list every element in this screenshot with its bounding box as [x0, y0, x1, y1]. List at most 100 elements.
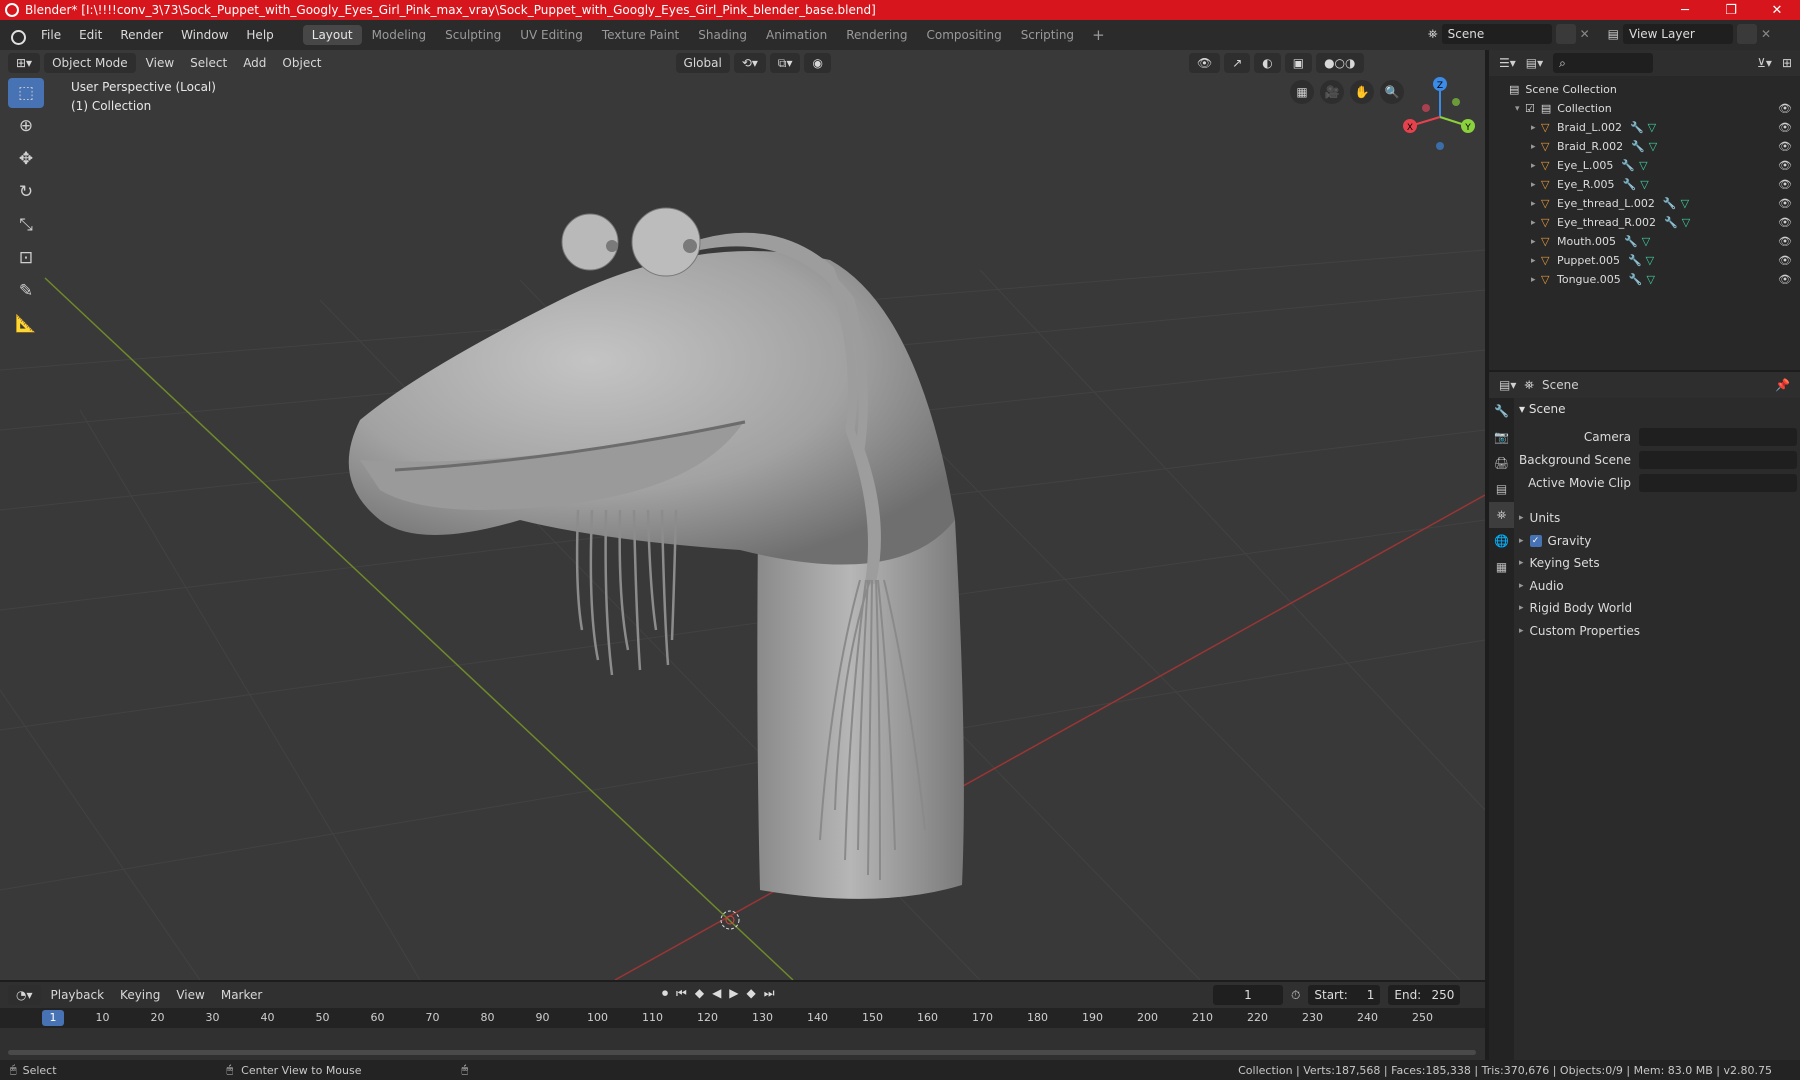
timeline-menu-playback[interactable]: Playback	[45, 988, 111, 1002]
tool-tab-icon[interactable]: 🔧	[1489, 398, 1514, 424]
expand-arrow-icon[interactable]: ▸	[1531, 123, 1541, 133]
properties-editor-icon[interactable]: ▤▾	[1499, 378, 1516, 392]
mesh-data-icon[interactable]: ▽	[1681, 197, 1689, 210]
outliner-row-object[interactable]: ▸ ▽ Braid_L.002 🔧 ▽ 👁	[1489, 118, 1800, 137]
snap-icon[interactable]: ⧉▾	[769, 53, 801, 73]
outliner-row-object[interactable]: ▸ ▽ Eye_L.005 🔧 ▽ 👁	[1489, 156, 1800, 175]
move-tool-icon[interactable]: ✥	[8, 144, 44, 174]
timeline-menu-marker[interactable]: Marker	[215, 988, 268, 1002]
maximize-button[interactable]: ❐	[1708, 3, 1754, 18]
measure-tool-icon[interactable]: 📐	[8, 309, 44, 339]
record-icon[interactable]: ⏺	[662, 986, 668, 1001]
tab-shading[interactable]: Shading	[689, 25, 756, 45]
modifier-icon[interactable]: 🔧	[1628, 254, 1642, 267]
eye-icon[interactable]: 👁	[1778, 140, 1792, 153]
tab-uv-editing[interactable]: UV Editing	[511, 25, 592, 45]
prev-keyframe-icon[interactable]: ◆	[695, 986, 704, 1001]
outliner-search-input[interactable]: ⌕	[1553, 53, 1654, 73]
outliner-editor-icon[interactable]: ☰▾	[1499, 56, 1516, 70]
tab-texture-paint[interactable]: Texture Paint	[593, 25, 688, 45]
overlays-icon[interactable]: ◐	[1254, 53, 1281, 73]
menu-window[interactable]: Window	[172, 20, 237, 50]
tab-scripting[interactable]: Scripting	[1012, 25, 1083, 45]
new-collection-icon[interactable]: ⊞	[1782, 56, 1792, 70]
eye-icon[interactable]: 👁	[1778, 178, 1792, 191]
pin-icon[interactable]: 📌	[1775, 378, 1790, 392]
blender-menu-icon[interactable]	[8, 26, 26, 45]
grid-view-icon[interactable]: ▦	[1290, 80, 1314, 104]
eye-icon[interactable]: 👁	[1778, 235, 1792, 248]
eye-icon[interactable]: 👁	[1778, 197, 1792, 210]
mesh-data-icon[interactable]: ▽	[1639, 159, 1647, 172]
tab-sculpting[interactable]: Sculpting	[436, 25, 510, 45]
remove-scene-icon[interactable]: ✕	[1580, 27, 1590, 41]
mesh-data-icon[interactable]: ▽	[1640, 178, 1648, 191]
filter-icon[interactable]: ⊻▾	[1757, 56, 1772, 70]
panel-audio[interactable]: ▸ Audio	[1519, 576, 1797, 596]
expand-arrow-icon[interactable]: ▸	[1531, 161, 1541, 171]
viewport-menu-select[interactable]: Select	[184, 56, 233, 70]
expand-arrow-icon[interactable]: ▸	[1531, 237, 1541, 247]
timeline-menu-keying[interactable]: Keying	[114, 988, 166, 1002]
modifier-icon[interactable]: 🔧	[1663, 197, 1677, 210]
scene-tab-icon[interactable]: ⛯	[1489, 502, 1514, 528]
annotate-tool-icon[interactable]: ✎	[8, 276, 44, 306]
eye-icon[interactable]: 👁	[1778, 273, 1792, 286]
modifier-icon[interactable]: 🔧	[1624, 235, 1638, 248]
current-frame-field[interactable]: 1	[1213, 985, 1283, 1005]
panel-units[interactable]: ▸ Units	[1519, 508, 1797, 528]
gravity-checkbox[interactable]: ✓	[1529, 534, 1542, 547]
eye-icon[interactable]: 👁	[1778, 121, 1792, 134]
start-frame-field[interactable]: Start: 1	[1308, 985, 1381, 1005]
panel-gravity[interactable]: ▸ ✓ Gravity	[1519, 531, 1797, 551]
modifier-icon[interactable]: 🔧	[1622, 178, 1636, 191]
play-reverse-icon[interactable]: ◀	[712, 986, 721, 1001]
transform-tool-icon[interactable]: ⊡	[8, 243, 44, 273]
visibility-icon[interactable]: 👁	[1188, 53, 1221, 73]
expand-arrow-icon[interactable]: ▸	[1531, 180, 1541, 190]
menu-help[interactable]: Help	[237, 20, 282, 50]
outliner-row-object[interactable]: ▸ ▽ Eye_R.005 🔧 ▽ 👁	[1489, 175, 1800, 194]
outliner-row-object[interactable]: ▸ ▽ Eye_thread_R.002 🔧 ▽ 👁	[1489, 213, 1800, 232]
expand-arrow-icon[interactable]: ▸	[1531, 142, 1541, 152]
pivot-point-icon[interactable]: ⟲▾	[733, 53, 766, 73]
close-button[interactable]: ✕	[1754, 3, 1800, 18]
modifier-icon[interactable]: 🔧	[1629, 273, 1643, 286]
view-layer-tab-icon[interactable]: ▤	[1489, 476, 1514, 502]
tab-layout[interactable]: Layout	[302, 25, 362, 45]
camera-field[interactable]	[1639, 428, 1797, 446]
tab-modeling[interactable]: Modeling	[363, 25, 436, 45]
cursor-tool-icon[interactable]: ⊕	[8, 111, 44, 141]
tab-rendering[interactable]: Rendering	[837, 25, 916, 45]
viewport-menu-object[interactable]: Object	[276, 56, 327, 70]
modifier-icon[interactable]: 🔧	[1621, 159, 1635, 172]
shading-modes-icon[interactable]: ●○◑	[1316, 53, 1364, 73]
camera-view-icon[interactable]: 🎥	[1320, 80, 1344, 104]
texture-tab-icon[interactable]: ▦	[1489, 554, 1514, 580]
modifier-icon[interactable]: 🔧	[1630, 121, 1644, 134]
outliner-row-object[interactable]: ▸ ▽ Braid_R.002 🔧 ▽ 👁	[1489, 137, 1800, 156]
scene-selector[interactable]: Scene	[1441, 24, 1552, 44]
panel-keying-sets[interactable]: ▸ Keying Sets	[1519, 553, 1797, 573]
pan-hand-icon[interactable]: ✋	[1350, 80, 1374, 104]
modifier-icon[interactable]: 🔧	[1631, 140, 1645, 153]
outliner-row-object[interactable]: ▸ ▽ Eye_thread_L.002 🔧 ▽ 👁	[1489, 194, 1800, 213]
view-layer-selector[interactable]: View Layer	[1623, 24, 1734, 44]
viewport-menu-add[interactable]: Add	[237, 56, 272, 70]
menu-render[interactable]: Render	[111, 20, 172, 50]
active-movie-clip-field[interactable]	[1639, 474, 1797, 492]
expand-arrow-icon[interactable]: ▸	[1531, 256, 1541, 266]
xray-icon[interactable]: ▣	[1284, 53, 1313, 73]
modifier-icon[interactable]: 🔧	[1664, 216, 1678, 229]
tab-compositing[interactable]: Compositing	[917, 25, 1010, 45]
add-workspace-button[interactable]: +	[1084, 26, 1113, 44]
viewport-menu-view[interactable]: View	[140, 56, 180, 70]
3d-viewport[interactable]: ⊞▾ Object Mode View Select Add Object Gl…	[0, 50, 1485, 980]
menu-file[interactable]: File	[32, 20, 70, 50]
eye-icon[interactable]: 👁	[1778, 254, 1792, 267]
timeline-editor-icon[interactable]: ◔▾	[8, 985, 41, 1005]
scale-tool-icon[interactable]: ⤡	[8, 210, 44, 240]
mode-selector[interactable]: Object Mode	[44, 53, 136, 73]
navigation-gizmo[interactable]: Z X Y	[1400, 72, 1480, 152]
view-layer-icon[interactable]: ▤	[1608, 27, 1619, 41]
